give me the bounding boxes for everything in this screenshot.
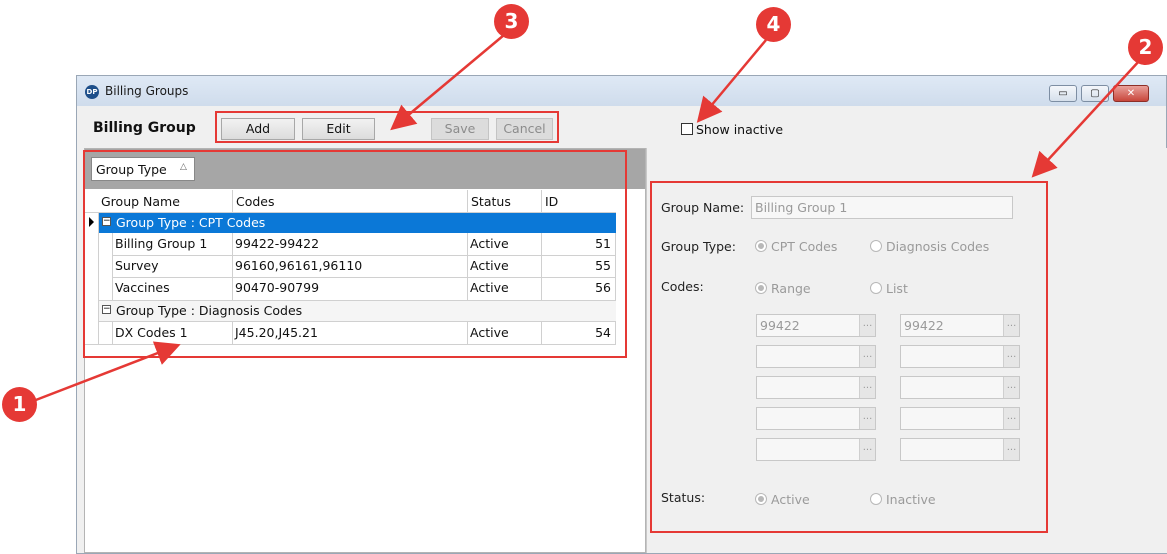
annotation-badge-3: 3 — [494, 4, 529, 39]
annotation-badge-2: 2 — [1128, 30, 1163, 65]
annotation-box-buttons — [215, 111, 559, 143]
minimize-button[interactable]: ▭ — [1049, 85, 1077, 102]
show-inactive-checkbox[interactable] — [681, 123, 693, 135]
dp-logo-icon: DP — [85, 85, 99, 99]
annotation-badge-4: 4 — [756, 7, 791, 42]
show-inactive-label[interactable]: Show inactive — [696, 122, 783, 137]
maximize-button[interactable]: ▢ — [1081, 85, 1109, 102]
title-bar[interactable]: DP Billing Groups ▭ ▢ ✕ — [77, 76, 1166, 106]
annotation-box-grid — [83, 150, 627, 358]
close-button[interactable]: ✕ — [1113, 85, 1149, 102]
window-title: Billing Groups — [105, 84, 189, 98]
section-title: Billing Group — [93, 120, 196, 136]
annotation-box-detail — [650, 181, 1048, 533]
annotation-badge-1: 1 — [2, 387, 37, 422]
